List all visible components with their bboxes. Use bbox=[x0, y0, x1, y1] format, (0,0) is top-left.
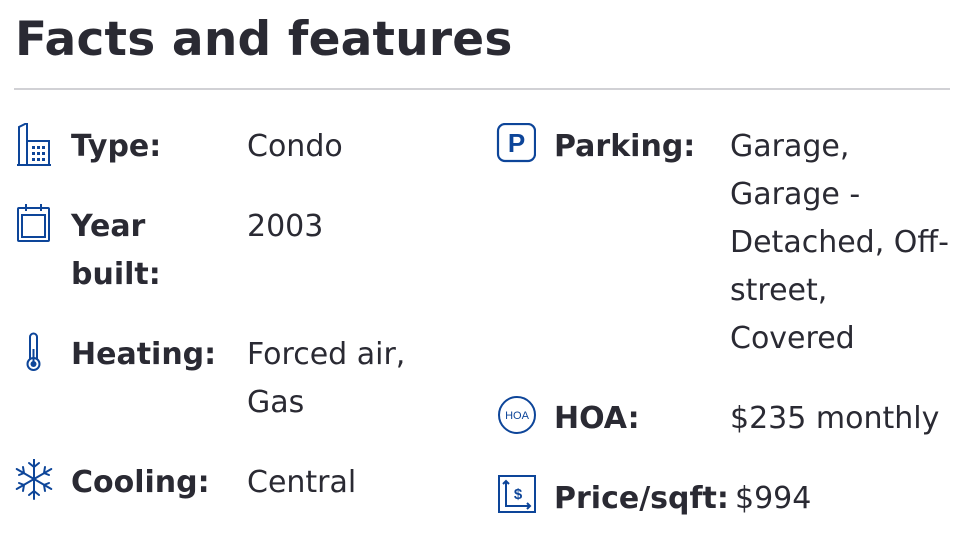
thermometer-icon bbox=[15, 331, 55, 375]
parking-icon: P bbox=[496, 123, 536, 167]
fact-label: Year built: bbox=[71, 209, 161, 292]
divider bbox=[14, 88, 950, 90]
fact-value: Central bbox=[247, 465, 357, 500]
fact-value: 2003 bbox=[247, 209, 324, 244]
section-title: Facts and features bbox=[15, 12, 513, 67]
fact-value: Garage, Garage - Detached, Off-street, C… bbox=[730, 129, 949, 356]
fact-label: Heating: bbox=[71, 337, 217, 372]
fact-value: $235 monthly bbox=[730, 401, 940, 436]
svg-text:P: P bbox=[508, 128, 525, 158]
fact-label: Cooling: bbox=[71, 465, 210, 500]
fact-label: Type: bbox=[71, 129, 162, 164]
svg-text:HOA: HOA bbox=[505, 410, 530, 422]
svg-text:$: $ bbox=[514, 486, 523, 503]
fact-label: Price/sqft: bbox=[554, 481, 729, 516]
calendar-icon bbox=[15, 203, 55, 247]
fact-value: Forced air, Gas bbox=[247, 337, 406, 420]
fact-label: Parking: bbox=[554, 129, 696, 164]
fact-value: Condo bbox=[247, 129, 343, 164]
snowflake-icon bbox=[15, 459, 55, 503]
price-per-sqft-icon: $ bbox=[496, 475, 536, 519]
fact-value: $994 bbox=[735, 481, 812, 516]
building-icon bbox=[15, 123, 55, 167]
fact-label: HOA: bbox=[554, 401, 640, 436]
hoa-icon: HOA bbox=[496, 395, 536, 439]
